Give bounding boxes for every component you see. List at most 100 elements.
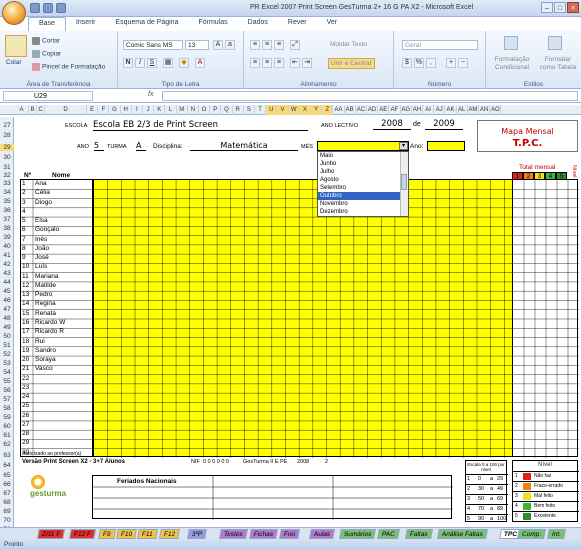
tab-3[interactable]: Fórmulas (188, 17, 237, 31)
mes-cell[interactable] (317, 141, 409, 151)
formula-input[interactable] (162, 91, 578, 101)
row-header-32[interactable]: 32 (0, 172, 14, 179)
merge-center-button[interactable]: Unir e Centrar (328, 58, 375, 69)
sheet-tab[interactable]: Int. (547, 529, 566, 539)
column-header-AH[interactable]: AH (412, 105, 423, 115)
row-header-31[interactable]: 31 (0, 164, 14, 171)
font-size-select[interactable]: 13 (185, 40, 209, 50)
month-option[interactable]: Novembro (318, 200, 408, 208)
column-header-T[interactable]: T (255, 105, 267, 115)
worksheet[interactable]: ESCOLA Escola EB 2/3 de Print Screen ANO… (15, 117, 581, 537)
column-header-N[interactable]: N (188, 105, 199, 115)
redo-icon[interactable] (56, 3, 66, 13)
tpc-grid[interactable] (93, 179, 518, 458)
column-header-AL[interactable]: AL (457, 105, 468, 115)
row-header-62[interactable]: 62 (0, 441, 14, 448)
decrease-indent-icon[interactable]: ⇤ (290, 58, 300, 68)
column-header-Z[interactable]: Z (322, 105, 334, 115)
number-format-select[interactable]: Geral (402, 40, 478, 50)
row-header-52[interactable]: 52 (0, 351, 14, 358)
tab-6[interactable]: Ver (317, 17, 348, 31)
sheet-tab[interactable]: Testes (219, 529, 248, 539)
row-header-50[interactable]: 50 (0, 333, 14, 340)
close-button[interactable]: × (567, 2, 579, 13)
row-header-43[interactable]: 43 (0, 270, 14, 277)
maximize-button[interactable]: □ (554, 2, 566, 13)
row-header-35[interactable]: 35 (0, 198, 14, 205)
column-header-AM[interactable]: AM (468, 105, 479, 115)
sheet-tab[interactable]: Análise Faltas (437, 529, 488, 539)
shrink-font-icon[interactable]: a (225, 40, 235, 50)
grow-font-icon[interactable]: A (213, 40, 223, 50)
row-header-30[interactable]: 30 (0, 154, 14, 161)
sheet-tab[interactable]: F12 (159, 529, 181, 539)
row-header-59[interactable]: 59 (0, 414, 14, 421)
tab-5[interactable]: Rever (278, 17, 317, 31)
sheet-tab[interactable]: F11 (137, 529, 158, 539)
month-option[interactable]: Julho (318, 168, 408, 176)
format-table-button[interactable]: Formatar como Tabela (536, 56, 580, 72)
ano-cell[interactable] (427, 141, 465, 151)
sheet-tab[interactable]: Frei (279, 529, 301, 539)
conditional-format-button[interactable]: Formatação Condicional (490, 56, 534, 72)
column-header-B[interactable]: B (29, 105, 37, 115)
row-header-64[interactable]: 64 (0, 462, 14, 469)
row-header-60[interactable]: 60 (0, 423, 14, 430)
row-header-33[interactable]: 33 (0, 180, 14, 187)
row-header-69[interactable]: 69 (0, 508, 14, 515)
row-header-66[interactable]: 66 (0, 481, 14, 488)
column-header-E[interactable]: E (87, 105, 99, 115)
column-header-J[interactable]: J (143, 105, 155, 115)
row-header-28[interactable]: 28 (0, 132, 14, 139)
row-header-70[interactable]: 70 (0, 517, 14, 524)
fill-color-icon[interactable]: ◆ (179, 58, 189, 68)
align-left-icon[interactable]: ≡ (250, 58, 260, 68)
dropdown-arrow-icon[interactable]: ▾ (399, 142, 408, 150)
month-option[interactable]: Agosto (318, 176, 408, 184)
dropdown-scroll-thumb[interactable] (401, 174, 407, 190)
column-header-AE[interactable]: AE (378, 105, 390, 115)
increase-indent-icon[interactable]: ⇥ (302, 58, 312, 68)
column-header-X[interactable]: X (299, 105, 311, 115)
row-header-29[interactable]: 29 (0, 144, 14, 151)
row-header-40[interactable]: 40 (0, 243, 14, 250)
sheet-tab[interactable]: Sumários (339, 529, 377, 539)
row-header-53[interactable]: 53 (0, 360, 14, 367)
column-header-H[interactable]: H (121, 105, 132, 115)
sheet-tab[interactable]: Z/11 F (37, 529, 66, 539)
column-header-AI[interactable]: AI (423, 105, 435, 115)
column-header-F[interactable]: F (98, 105, 110, 115)
column-header-W[interactable]: W (288, 105, 300, 115)
minimize-button[interactable]: – (541, 2, 553, 13)
row-header-45[interactable]: 45 (0, 288, 14, 295)
month-option[interactable]: Setembro (318, 184, 408, 192)
row-header-42[interactable]: 42 (0, 261, 14, 268)
column-header-AC[interactable]: AC (356, 105, 367, 115)
row-header-48[interactable]: 48 (0, 315, 14, 322)
total-mensal-grid[interactable] (512, 179, 579, 458)
column-header-L[interactable]: L (165, 105, 177, 115)
month-option[interactable]: Dezembro (318, 208, 408, 216)
row-header-54[interactable]: 54 (0, 369, 14, 376)
tab-4[interactable]: Dados (238, 17, 278, 31)
decrease-decimal-icon[interactable]: − (458, 58, 468, 68)
office-button[interactable] (2, 1, 26, 25)
row-header-61[interactable]: 61 (0, 432, 14, 439)
row-header-41[interactable]: 41 (0, 252, 14, 259)
sheet-tab[interactable]: Faltas (405, 529, 433, 539)
row-header-36[interactable]: 36 (0, 207, 14, 214)
row-header-67[interactable]: 67 (0, 490, 14, 497)
percent-icon[interactable]: % (414, 58, 424, 68)
row-header-58[interactable]: 58 (0, 405, 14, 412)
column-header-AJ[interactable]: AJ (434, 105, 446, 115)
row-header-65[interactable]: 65 (0, 472, 14, 479)
row-header-55[interactable]: 55 (0, 378, 14, 385)
save-icon[interactable] (30, 3, 40, 13)
currency-icon[interactable]: $ (402, 58, 412, 68)
row-header-56[interactable]: 56 (0, 387, 14, 394)
sheet-tab[interactable]: F12 F (69, 529, 96, 539)
row-header-57[interactable]: 57 (0, 396, 14, 403)
sheet-tab[interactable]: PAC (377, 529, 400, 539)
column-header-A[interactable]: A (15, 105, 29, 115)
cut-button[interactable]: Cortar (32, 37, 60, 45)
